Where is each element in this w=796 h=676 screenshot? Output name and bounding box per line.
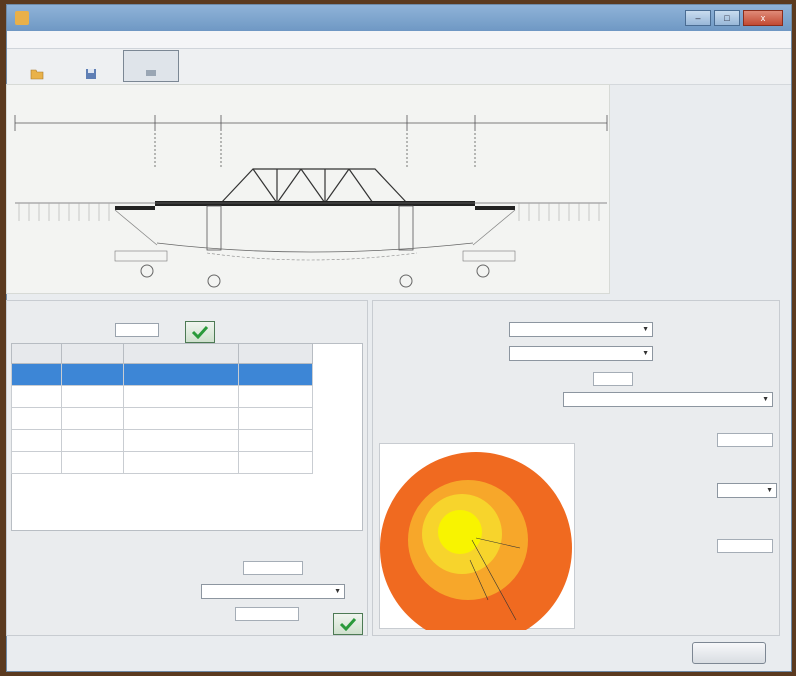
cell (11, 429, 62, 452)
parameters-panel: ▼ ▼ ▼ ▼ (372, 300, 780, 644)
menu-bar (7, 31, 791, 49)
cell (11, 407, 62, 430)
cell (60, 429, 124, 452)
save-button[interactable] (69, 50, 113, 82)
footer (6, 640, 780, 664)
damage-zones-drawing (380, 452, 572, 644)
cell (238, 385, 313, 408)
minimize-button[interactable]: – (685, 10, 711, 26)
total-length-field[interactable] (243, 561, 303, 575)
spans-table (11, 343, 313, 474)
truss (220, 168, 408, 204)
cell (60, 385, 124, 408)
chevron-down-icon: ▼ (766, 487, 773, 494)
col-mass[interactable] (238, 343, 313, 364)
table-row[interactable] (11, 451, 313, 474)
chevron-down-icon: ▼ (762, 396, 769, 403)
result2-select[interactable]: ▼ (717, 483, 777, 498)
chevron-down-icon: ▼ (642, 350, 649, 357)
col-number[interactable] (11, 343, 62, 364)
col-material[interactable] (122, 343, 240, 364)
apply-button[interactable] (333, 613, 363, 635)
table-row[interactable] (11, 407, 313, 430)
cell (122, 407, 240, 430)
open-button[interactable] (15, 50, 59, 82)
cell (238, 451, 313, 474)
bridge-diagram-drawing (14, 115, 608, 288)
material-select[interactable]: ▼ (201, 584, 345, 599)
cell (60, 363, 124, 386)
cell (238, 407, 313, 430)
cell (60, 451, 124, 474)
cell (122, 429, 240, 452)
combo1-select[interactable]: ▼ (509, 322, 653, 337)
checkmark-icon (339, 617, 357, 631)
chevron-down-icon: ▼ (334, 588, 341, 595)
close-button[interactable]: x (743, 10, 783, 26)
table-row[interactable] (11, 363, 313, 386)
toolbar (7, 49, 791, 85)
place-select[interactable]: ▼ (563, 392, 773, 407)
table-row[interactable] (11, 429, 313, 452)
total-mass-field[interactable] (235, 607, 299, 621)
chevron-down-icon: ▼ (642, 326, 649, 333)
bridge-diagram (6, 84, 610, 294)
cell (11, 363, 62, 386)
save-icon (86, 69, 96, 79)
cell (122, 363, 240, 386)
app-icon (15, 11, 29, 25)
col-length[interactable] (60, 343, 124, 364)
run-icon (146, 70, 156, 76)
table-row[interactable] (11, 385, 313, 408)
title-bar: – □ x (7, 5, 791, 31)
cell (238, 429, 313, 452)
result1-field[interactable] (717, 433, 773, 447)
exit-button[interactable] (692, 642, 766, 664)
span-count-input[interactable] (115, 323, 159, 337)
maximize-button[interactable]: □ (714, 10, 740, 26)
spans-panel: ▼ (6, 300, 368, 636)
cell (11, 451, 62, 474)
damage-zones-plot (379, 443, 575, 644)
cell (60, 407, 124, 430)
result3-field[interactable] (717, 539, 773, 553)
cell (11, 385, 62, 408)
cell (238, 363, 313, 386)
combo2-select[interactable]: ▼ (509, 346, 653, 361)
cell (122, 451, 240, 474)
run-button[interactable] (123, 50, 179, 82)
mass-field[interactable] (593, 372, 633, 386)
checkmark-icon (191, 325, 209, 339)
spans-apply-button[interactable] (185, 321, 215, 343)
cell (122, 385, 240, 408)
folder-icon (30, 69, 44, 80)
